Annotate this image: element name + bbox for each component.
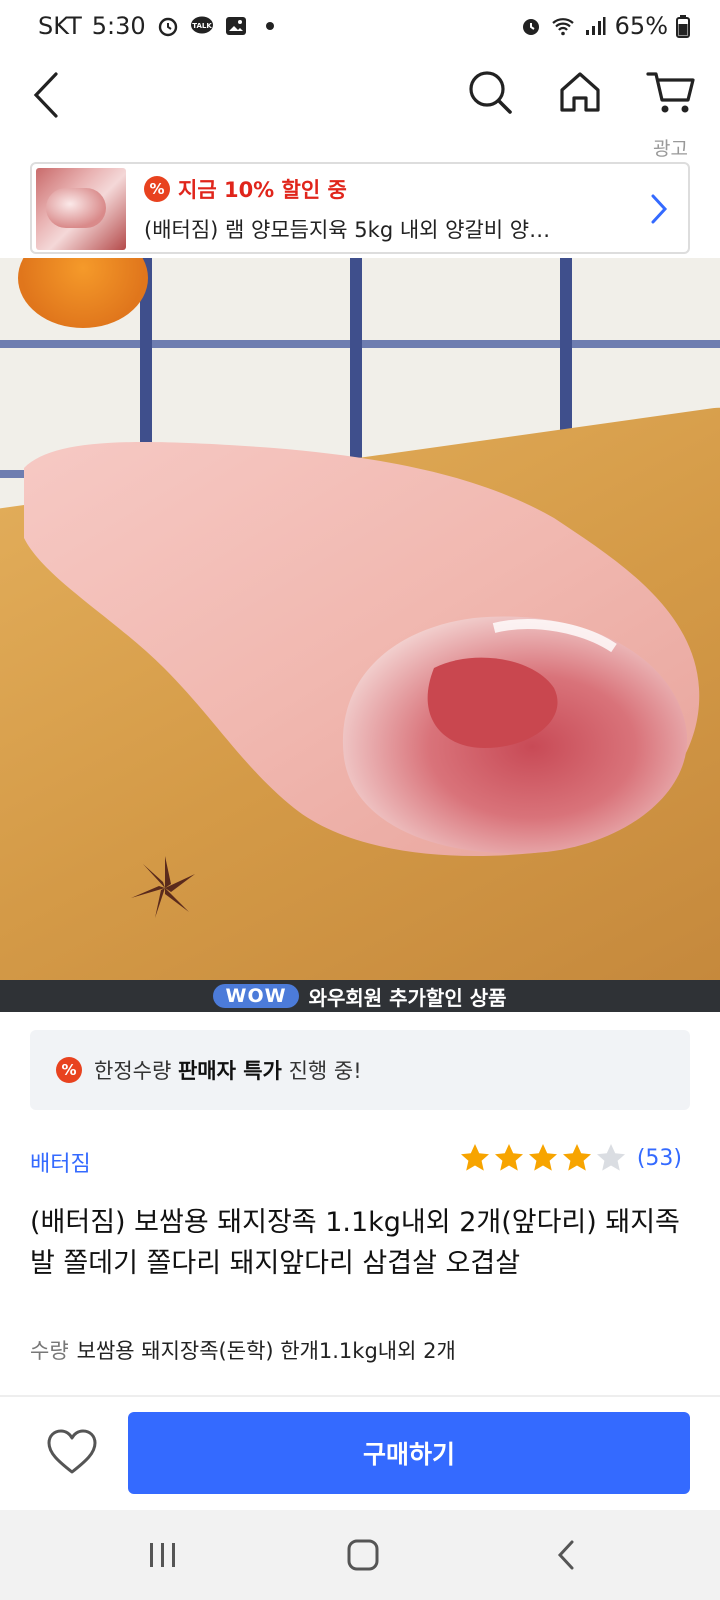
ad-banner[interactable]: % 지금 10% 할인 중 (배터짐) 램 양모듬지육 5kg 내외 양갈비 양…: [30, 162, 690, 254]
kakaotalk-icon: TALK: [190, 16, 213, 34]
star-filled-icon: [494, 1144, 523, 1171]
system-back-icon[interactable]: [556, 1538, 576, 1572]
percent-badge-icon: %: [144, 176, 170, 202]
review-count: (53): [636, 1145, 682, 1171]
star-empty-icon: [596, 1144, 625, 1171]
ad-thumbnail: [36, 168, 126, 250]
system-home-icon[interactable]: [346, 1538, 380, 1572]
chevron-right-icon: [651, 194, 668, 224]
gallery-icon: [225, 17, 246, 35]
ad-label: 광고: [653, 138, 688, 160]
alarm-icon: [158, 17, 177, 37]
divider: [0, 1395, 720, 1397]
product-image-carousel[interactable]: [0, 258, 720, 980]
ad-title: (배터짐) 램 양모듬지육 5kg 내외 양갈비 양…: [144, 218, 551, 242]
signal-icon: [585, 17, 606, 35]
ad-discount-text: 지금 10% 할인 중: [178, 178, 347, 202]
quantity-value: 보쌈용 돼지장족(돈학) 한개1.1kg내외 2개: [76, 1339, 456, 1363]
battery-percent: 65%: [614, 12, 668, 40]
wow-member-bar: WOW 와우회원 추가할인 상품: [0, 980, 720, 1012]
battery-icon: [676, 15, 690, 38]
top-nav-bar: [0, 60, 720, 130]
wifi-icon: [551, 18, 574, 36]
home-icon[interactable]: [556, 68, 604, 116]
seller-link[interactable]: 배터짐: [30, 1146, 91, 1178]
star-filled-icon: [562, 1144, 591, 1171]
star-filled-icon: [528, 1144, 557, 1171]
wow-badge: WOW: [213, 984, 299, 1008]
pork-hock-image: [24, 442, 700, 856]
deal-text: 한정수량 판매자 특가 진행 중!: [94, 1059, 362, 1083]
quantity-label: 수량: [30, 1339, 69, 1363]
rating-summary[interactable]: (53): [459, 1142, 682, 1174]
buy-button[interactable]: 구매하기: [128, 1412, 690, 1494]
notification-dot-icon: [265, 22, 274, 30]
alarm-icon: [522, 19, 539, 35]
star-anise-garnish: [131, 856, 195, 918]
quantity-option: 수량 보쌈용 돼지장족(돈학) 한개1.1kg내외 2개: [30, 1335, 456, 1365]
system-nav-bar: [0, 1510, 720, 1600]
wow-text: 와우회원 추가할인 상품: [308, 985, 507, 1010]
time-label: 5:30: [91, 12, 146, 40]
back-arrow-icon[interactable]: [26, 66, 74, 124]
status-bar: SKT 5:30 TALK 65%: [0, 0, 720, 56]
cart-icon[interactable]: [646, 68, 696, 116]
search-icon[interactable]: [466, 68, 514, 116]
product-title: (배터짐) 보쌈용 돼지장족 1.1kg내외 2개(앞다리) 돼지족발 쫄데기 …: [30, 1207, 680, 1279]
seller-deal-box: % 한정수량 판매자 특가 진행 중!: [30, 1030, 690, 1110]
star-filled-icon: [460, 1144, 489, 1171]
svg-text:TALK: TALK: [192, 22, 212, 30]
ad-discount: % 지금 10% 할인 중: [144, 174, 347, 204]
percent-badge-icon: %: [56, 1057, 82, 1083]
recent-apps-icon[interactable]: [148, 1540, 178, 1570]
carrier-label: SKT: [38, 12, 82, 40]
wishlist-heart-icon[interactable]: [46, 1428, 98, 1476]
